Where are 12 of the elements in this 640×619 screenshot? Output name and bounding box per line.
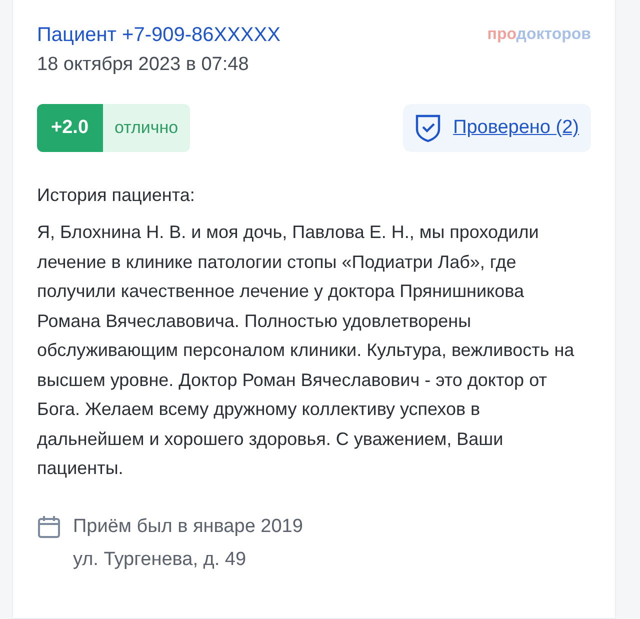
logo: продокторов (487, 26, 591, 44)
history-heading: История пациента: (37, 184, 196, 207)
clinic-address: ул. Тургенева, д. 49 (73, 548, 248, 572)
verified-link[interactable]: Проверено (2) (403, 104, 591, 152)
author-name: Пациент +7-909-86XXXXX (37, 23, 280, 48)
visit-date: Приём был в январе 2019 (73, 514, 303, 538)
rating-score: +2.0 (37, 104, 103, 152)
review-date: 18 октября 2023 в 07:48 (37, 53, 250, 77)
calendar-icon (37, 514, 61, 538)
shield-check-icon (415, 113, 442, 143)
review-text: Я, Блохнина Н. В. и моя дочь, Павлова Е. Н., мы проходили лечение в клинике патологии стопы «Подиатри Лаб», где получили качественное лечение у доктора Прянишникова Романа Вячеславовича. Полностью удовлетворены обслуживающим персоналом клиники. Культура, вежливость на высшем уровне. Доктор Роман Вячеславович - это доктор от Бога. Желаем всему дружному коллективу успехов в дальнейшем и хорошего здоровья. С уважением, Ваши пациенты. (37, 221, 576, 480)
rating-label: отлично (114, 117, 180, 139)
